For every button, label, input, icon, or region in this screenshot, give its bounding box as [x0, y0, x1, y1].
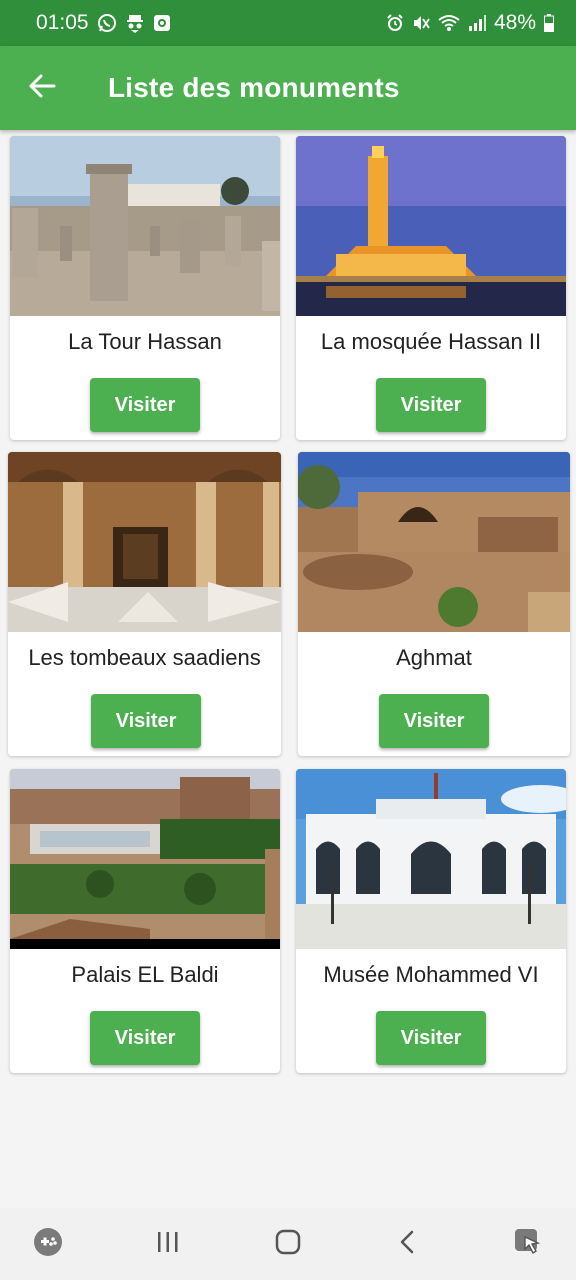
visit-button[interactable]: Visiter — [90, 378, 200, 432]
mute-icon — [412, 14, 430, 32]
monument-card: Aghmat Visiter — [298, 452, 570, 756]
monument-image — [296, 136, 566, 316]
assistant-icon — [513, 1227, 543, 1262]
game-launcher-icon — [33, 1227, 63, 1262]
recorder-icon — [153, 14, 171, 32]
visit-button[interactable]: Visiter — [376, 378, 486, 432]
arrow-left-icon — [28, 72, 56, 105]
visit-button[interactable]: Visiter — [90, 1011, 200, 1065]
monument-card: La Tour Hassan Visiter — [10, 136, 280, 440]
monument-name: Musée Mohammed VI — [323, 962, 539, 987]
monument-image — [10, 136, 280, 316]
assistant-button[interactable] — [498, 1214, 558, 1274]
monument-image — [296, 769, 566, 949]
monument-image — [8, 452, 281, 632]
whatsapp-icon — [97, 13, 117, 33]
monument-card: Musée Mohammed VI Visiter — [296, 769, 566, 1073]
monument-name: La Tour Hassan — [68, 329, 222, 354]
home-icon — [274, 1228, 302, 1261]
status-time: 01:05 — [36, 11, 89, 34]
back-button[interactable] — [0, 46, 84, 130]
incognito-icon — [125, 13, 145, 33]
back-nav-button[interactable] — [378, 1214, 438, 1274]
monument-image — [298, 452, 570, 632]
battery-percent: 48% — [493, 11, 536, 34]
monument-name: Les tombeaux saadiens — [28, 645, 261, 670]
monument-name: La mosquée Hassan II — [320, 329, 542, 354]
home-button[interactable] — [258, 1214, 318, 1274]
page-title: Liste des monuments — [108, 72, 400, 103]
visit-button[interactable]: Visiter — [91, 694, 201, 748]
recent-apps-button[interactable] — [138, 1214, 198, 1274]
status-right: 48% — [386, 11, 554, 35]
monument-name: Aghmat — [396, 645, 472, 670]
status-left: 01:05 — [36, 11, 171, 35]
monument-card: La mosquée Hassan II Visiter — [296, 136, 566, 440]
system-nav-bar — [0, 1208, 576, 1280]
visit-button[interactable]: Visiter — [379, 694, 489, 748]
monument-name: Palais EL Baldi — [71, 962, 219, 987]
back-icon — [395, 1229, 421, 1260]
visit-button[interactable]: Visiter — [376, 1011, 486, 1065]
battery-icon — [544, 14, 554, 32]
monument-image — [10, 769, 280, 949]
monument-card: Palais EL Baldi Visiter — [10, 769, 280, 1073]
app-bar: Liste des monuments — [0, 46, 576, 130]
alarm-icon — [386, 14, 404, 32]
status-bar: 01:05 48% — [0, 0, 576, 46]
wifi-icon — [438, 14, 460, 32]
game-launcher-button[interactable] — [18, 1214, 78, 1274]
signal-icon — [468, 14, 486, 32]
monument-card: Les tombeaux saadiens Visiter — [8, 452, 281, 756]
recent-apps-icon — [155, 1229, 181, 1260]
